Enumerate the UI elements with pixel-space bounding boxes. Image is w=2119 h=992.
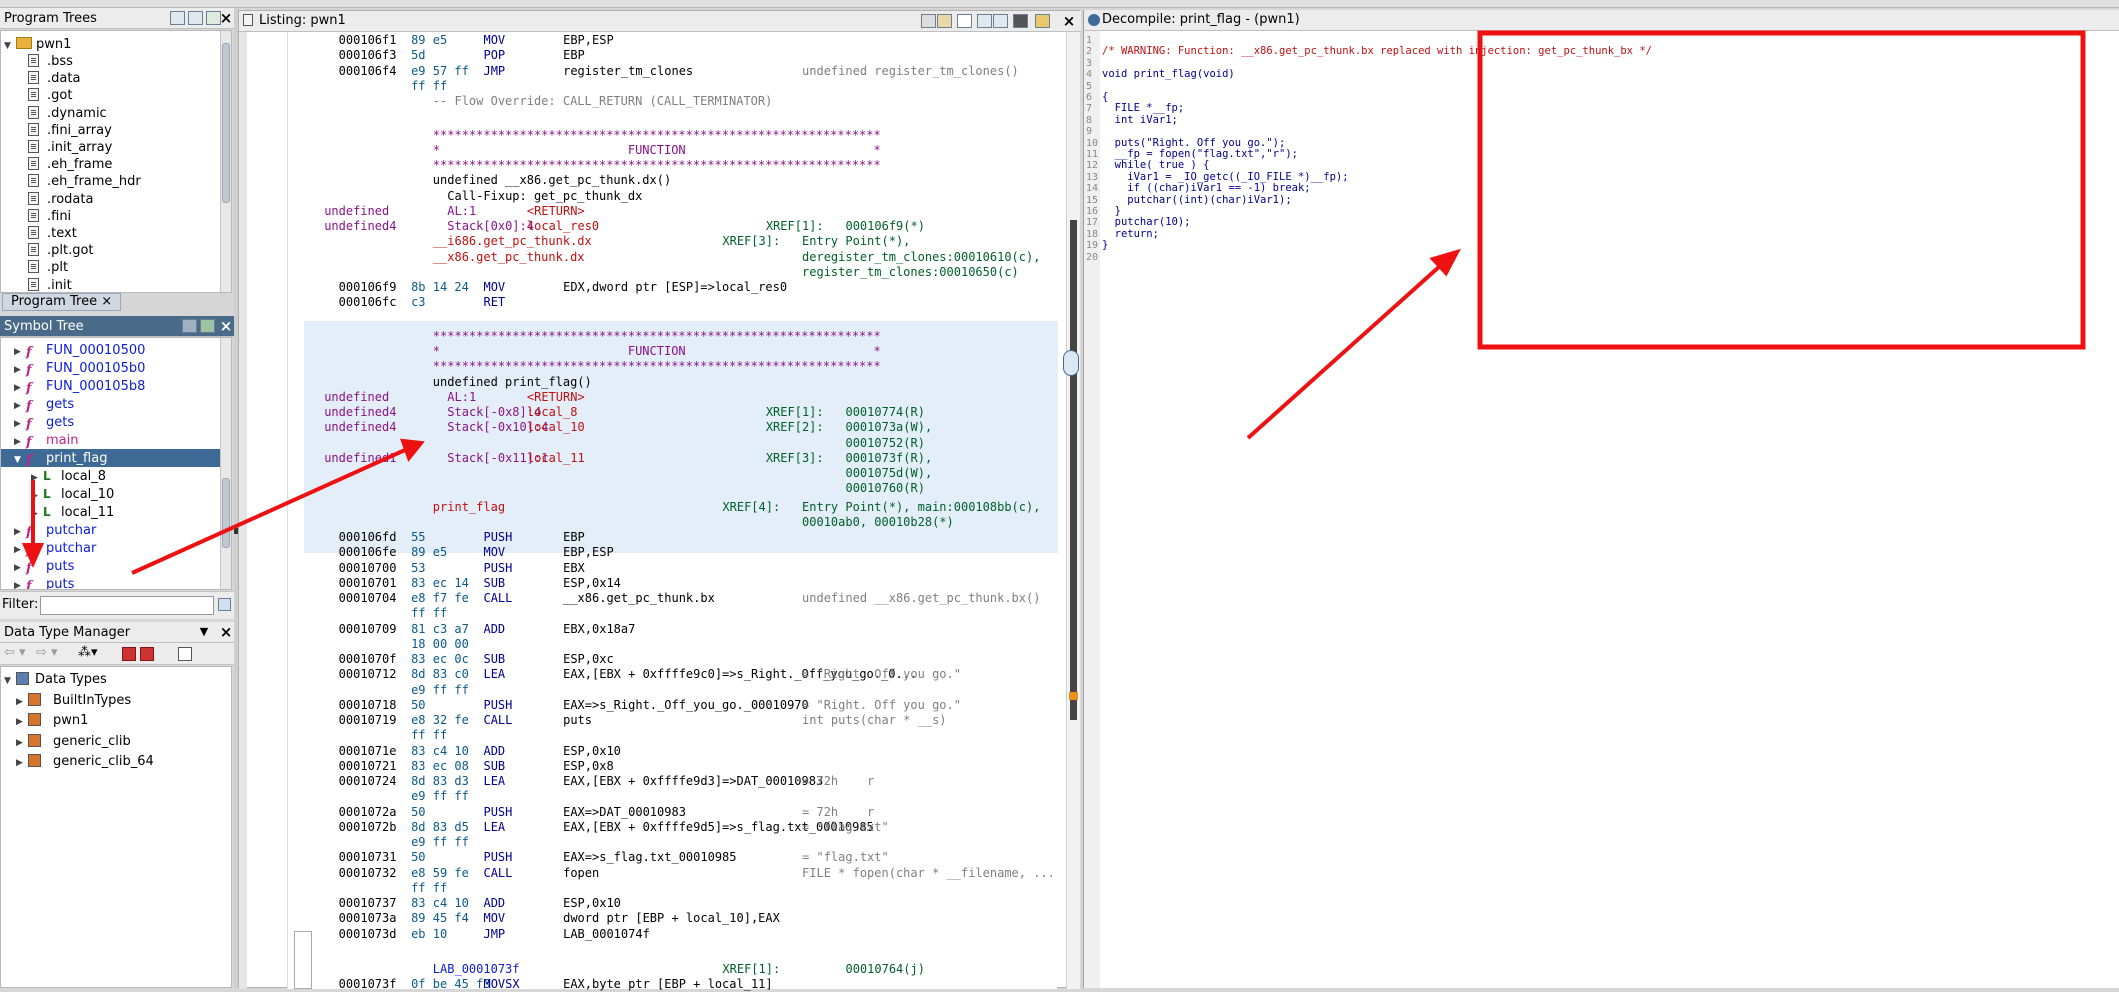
arrow-head [400, 438, 425, 463]
arrow-head [21, 543, 45, 568]
arrow-to-listing [131, 448, 406, 575]
annotation-overlay [21, 30, 2086, 575]
arrow-to-decompile [1246, 264, 1442, 440]
highlight-box [1477, 30, 2086, 350]
